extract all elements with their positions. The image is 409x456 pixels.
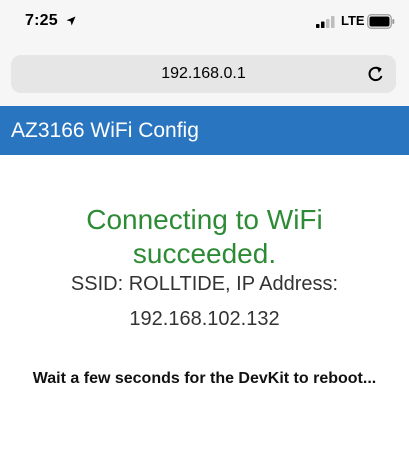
status-time: 7:25 [25, 12, 58, 29]
page-title: AZ3166 WiFi Config [11, 119, 199, 142]
page-content: Connecting to WiFi succeeded. SSID: ROLL… [0, 155, 409, 456]
wait-message: Wait a few seconds for the DevKit to reb… [32, 370, 377, 387]
location-arrow-icon [66, 16, 76, 26]
status-bar: 7:25 LTE [0, 0, 409, 46]
signal-bars-icon [316, 16, 335, 28]
success-message: Connecting to WiFi succeeded. [86, 204, 323, 269]
address-bar[interactable]: 192.168.0.1 [11, 55, 396, 93]
ssid-info: SSID: ROLLTIDE, IP Address: [70, 273, 339, 295]
url-text[interactable]: 192.168.0.1 [11, 55, 396, 93]
page-header: AZ3166 WiFi Config [0, 106, 409, 155]
reload-icon[interactable] [366, 64, 386, 84]
network-type-label: LTE [341, 13, 365, 28]
battery-icon [367, 14, 395, 29]
ip-address: 192.168.102.132 [129, 308, 280, 330]
